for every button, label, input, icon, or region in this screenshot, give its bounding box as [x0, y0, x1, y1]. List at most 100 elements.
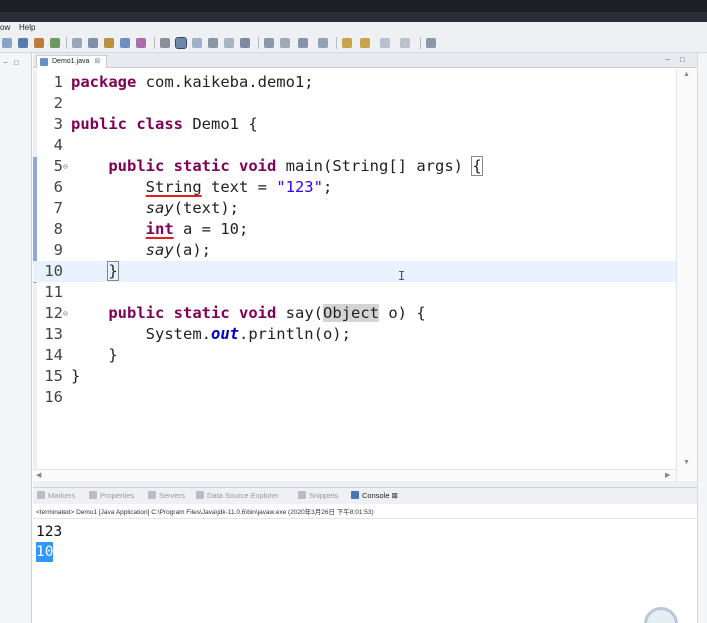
code-editor[interactable]: 1 package com.kaikeba.demo1; 2 3 public clas…: [33, 69, 697, 481]
code-line[interactable]: 9 say(a);: [33, 240, 676, 261]
toolbar-block-icon[interactable]: [208, 38, 218, 48]
code-token: out: [210, 325, 239, 343]
fold-collapse-icon[interactable]: ⊖: [63, 156, 68, 177]
toolbar-annotation-icon[interactable]: [264, 38, 274, 48]
toolbar-last-edit-icon[interactable]: [342, 38, 352, 48]
servers-icon: [148, 491, 156, 499]
close-icon[interactable]: ⊠: [94, 58, 100, 65]
code-token: say: [145, 199, 174, 217]
toolbar-debug-icon[interactable]: [34, 38, 44, 48]
menu-window[interactable]: ow: [0, 23, 10, 32]
editor-minimize-icon[interactable]: −: [665, 55, 670, 64]
toolbar-whitespace-icon[interactable]: [224, 38, 234, 48]
code-text: package com.kaikeba.demo1;: [71, 72, 314, 93]
toolbar-class-icon[interactable]: [136, 38, 146, 48]
toolbar-toggle-icon[interactable]: [175, 37, 187, 49]
editor-tab-demo1[interactable]: Demo1.java ⊠: [36, 55, 108, 68]
toolbar-pin-icon[interactable]: [280, 38, 290, 48]
tab-data-source-explorer[interactable]: Data Source Explorer: [196, 491, 279, 500]
code-line[interactable]: 6 String text = "123";: [33, 177, 676, 198]
editor-maximize-icon[interactable]: □: [680, 55, 685, 64]
tab-markers[interactable]: Markers: [37, 491, 75, 500]
menu-help[interactable]: Help: [19, 23, 35, 32]
code-line[interactable]: 4: [33, 135, 676, 156]
code-token: (a);: [173, 241, 211, 259]
toolbar-mark-icon[interactable]: [192, 38, 202, 48]
code-line[interactable]: 1 package com.kaikeba.demo1;: [33, 72, 676, 93]
maximize-icon[interactable]: □: [14, 58, 19, 67]
toolbar-perspective-icon[interactable]: [426, 38, 436, 48]
text-caret: [117, 262, 119, 279]
code-token: public: [108, 304, 165, 322]
bottom-view-tabs: Markers Properties Servers Data Source E…: [33, 488, 697, 504]
code-token: Object: [323, 304, 380, 322]
code-text: say(text);: [71, 198, 239, 219]
code-text: int a = 10;: [71, 219, 249, 240]
toolbar-package-icon[interactable]: [120, 38, 130, 48]
code-line[interactable]: 3 public class Demo1 {: [33, 114, 676, 135]
panel-sash[interactable]: [33, 481, 697, 488]
code-line[interactable]: 15}: [33, 366, 676, 387]
scroll-left-icon[interactable]: ◀: [36, 471, 41, 479]
code-token: com.kaikeba.demo1;: [136, 73, 314, 91]
toolbar-external-tools-icon[interactable]: [72, 38, 82, 48]
left-panel-collapsed: − □: [0, 53, 32, 623]
toolbar-run-icon[interactable]: [50, 38, 60, 48]
line-number: 12: [44, 304, 63, 322]
editor-tab-bar: Demo1.java ⊠ − □: [33, 53, 697, 68]
code-line[interactable]: 12 ⊖ public static void say(Object o) {: [33, 303, 676, 324]
editor-vertical-scrollbar[interactable]: ▲ ▼: [676, 69, 697, 481]
code-token: String: [145, 178, 202, 196]
tab-console[interactable]: Console ⊠: [351, 491, 398, 500]
code-line[interactable]: 16: [33, 387, 676, 408]
window-title-bar: [0, 0, 707, 22]
console-output-line: 123: [36, 524, 63, 540]
toolbar-tool-icon[interactable]: [88, 38, 98, 48]
toolbar-filter-icon[interactable]: [240, 38, 250, 48]
toolbar-prev-annotation-icon[interactable]: [318, 38, 328, 48]
code-text: public class Demo1 {: [71, 114, 258, 135]
code-line[interactable]: 2: [33, 93, 676, 114]
tab-data-source-explorer-label: Data Source Explorer: [207, 491, 279, 500]
code-token: System.: [71, 325, 211, 343]
code-line[interactable]: 14 }: [33, 345, 676, 366]
toolbar-forward-icon[interactable]: [380, 38, 390, 48]
toolbar-search-icon[interactable]: [160, 38, 170, 48]
editor-horizontal-scrollbar[interactable]: ◀ ▶: [33, 469, 676, 481]
code-line[interactable]: 5 ⊖ public static void main(String[] args…: [33, 156, 676, 177]
toolbar-forward-menu-icon[interactable]: [400, 38, 410, 48]
line-number: 2: [53, 94, 63, 112]
scroll-right-icon[interactable]: ▶: [665, 471, 670, 479]
minimize-icon[interactable]: −: [3, 58, 8, 67]
tab-markers-label: Markers: [48, 491, 76, 500]
tab-servers[interactable]: Servers: [148, 491, 185, 500]
scroll-down-icon[interactable]: ▼: [683, 459, 690, 466]
toolbar-back-icon[interactable]: [360, 38, 370, 48]
code-line[interactable]: 8 int a = 10;: [33, 219, 676, 240]
line-number: 9: [53, 241, 63, 259]
fold-collapse-icon[interactable]: ⊖: [63, 303, 68, 324]
code-token: say(: [276, 304, 324, 322]
line-number: 6: [53, 178, 63, 196]
toolbar-new-icon[interactable]: [2, 38, 12, 48]
code-line[interactable]: 11: [33, 282, 676, 303]
properties-icon: [89, 491, 97, 499]
tab-properties-label: Properties: [100, 491, 135, 500]
code-line[interactable]: 7 say(text);: [33, 198, 676, 219]
scroll-up-icon[interactable]: ▲: [683, 71, 690, 78]
tab-properties[interactable]: Properties: [89, 491, 134, 500]
line-number: 10: [44, 262, 63, 280]
tab-snippets[interactable]: Snippets: [298, 491, 338, 500]
code-line[interactable]: 13 System.out.println(o);: [33, 324, 676, 345]
toolbar-next-annotation-icon[interactable]: [298, 38, 308, 48]
code-line[interactable]: 10 }: [33, 261, 676, 282]
code-token: static: [173, 157, 230, 175]
code-token: static: [173, 304, 230, 322]
console-output[interactable]: 123 10: [33, 518, 697, 623]
toolbar-open-type-icon[interactable]: [104, 38, 114, 48]
toolbar-save-icon[interactable]: [18, 38, 28, 48]
code-token: text =: [201, 178, 277, 196]
toolbar-separator: [258, 37, 259, 49]
